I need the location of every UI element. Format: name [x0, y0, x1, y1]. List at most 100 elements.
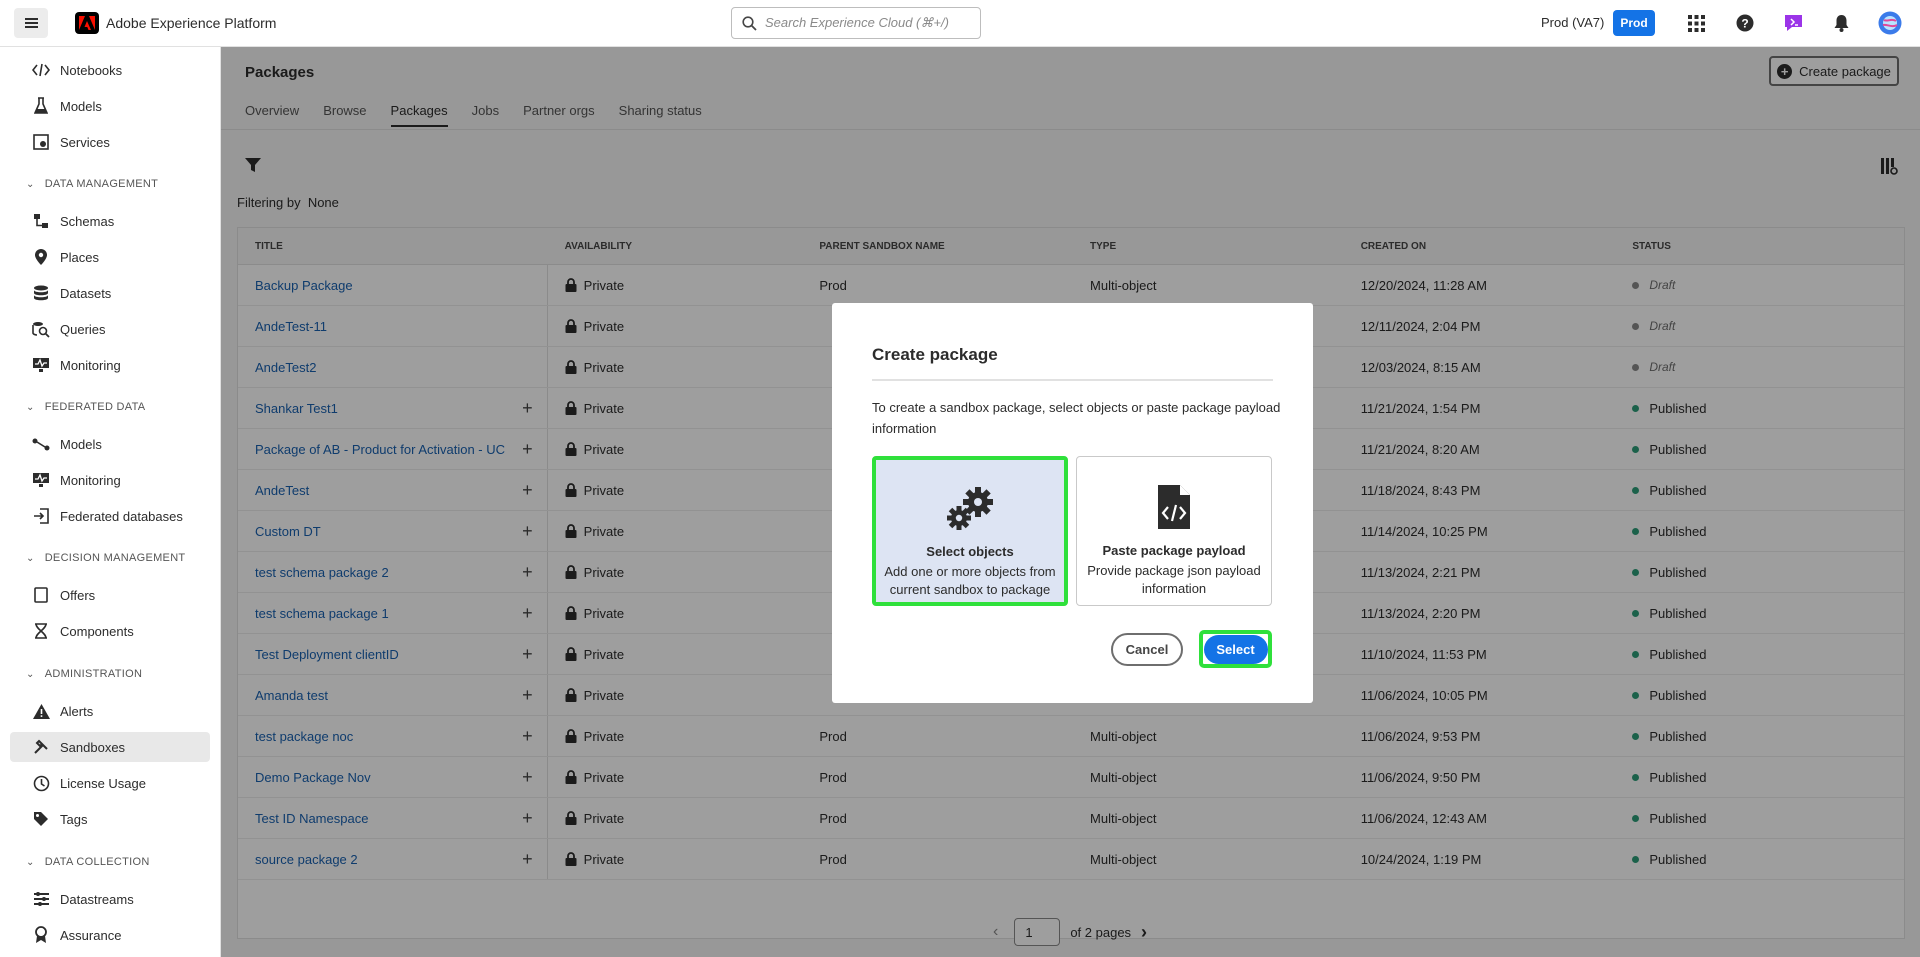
alert-triangle-icon — [32, 702, 50, 720]
sidebar-item-tags[interactable]: Tags — [10, 804, 210, 834]
sidebar-item-notebooks[interactable]: Notebooks — [10, 55, 210, 85]
sidebar-item-label: Assurance — [60, 927, 122, 943]
sidebar-item-label: Notebooks — [60, 62, 123, 78]
environment-badge[interactable]: Prod — [1613, 10, 1655, 36]
select-button-highlight: Select — [1199, 630, 1272, 668]
sidebar-item-label: Sandboxes — [60, 739, 126, 755]
database-icon — [32, 284, 50, 302]
adobe-icon — [79, 16, 95, 30]
sidebar-item-schemas[interactable]: Schemas — [10, 206, 210, 236]
environment-label[interactable]: Prod (VA7) — [1541, 15, 1604, 30]
select-objects-description: Add one or more objects from current san… — [884, 564, 1056, 597]
sidebar-item-datastreams[interactable]: Datastreams — [10, 884, 210, 914]
sidebar-item-label: Datastreams — [60, 891, 134, 907]
search-icon — [742, 15, 757, 31]
select-button[interactable]: Select — [1203, 634, 1268, 664]
chevron-down-icon: ⌄ — [26, 401, 35, 413]
hourglass-icon — [32, 622, 50, 640]
sidebar-item-label: Components — [60, 623, 134, 639]
sidebar-item-models[interactable]: Models — [10, 91, 210, 121]
query-search-icon — [32, 320, 50, 338]
feedback-icon[interactable] — [1782, 12, 1804, 34]
sidebar-item-datasets[interactable]: Datasets — [10, 278, 210, 308]
schema-icon — [32, 212, 50, 230]
create-package-dialog: Create package To create a sandbox packa… — [832, 303, 1313, 703]
chevron-down-icon: ⌄ — [26, 668, 35, 680]
sidebar-group-data-collection[interactable]: ⌄ DATA COLLECTION — [26, 856, 150, 868]
sidebar-item-label: Schemas — [60, 213, 115, 229]
paste-payload-description: Provide package json payload information — [1087, 563, 1261, 596]
monitor-icon — [32, 471, 50, 489]
sidebar-item-federated-monitoring[interactable]: Monitoring — [10, 465, 210, 495]
sidebar-group-data-management[interactable]: ⌄ DATA MANAGEMENT — [26, 178, 158, 190]
sidebar-item-federated-models[interactable]: Models — [10, 429, 210, 459]
sidebar-item-label: Places — [60, 249, 100, 265]
datastream-icon — [32, 890, 50, 908]
sidebar-item-label: Offers — [60, 587, 96, 603]
select-objects-card[interactable]: Select objects Add one or more objects f… — [872, 456, 1068, 606]
svg-text:?: ? — [1741, 17, 1748, 31]
sidebar-item-services[interactable]: Services — [10, 127, 210, 157]
chevron-down-icon: ⌄ — [26, 856, 35, 868]
license-icon — [32, 774, 50, 792]
sidebar-group-decision-management[interactable]: ⌄ DECISION MANAGEMENT — [26, 552, 185, 564]
hamburger-menu-button[interactable] — [14, 8, 48, 38]
sidebar-item-sandboxes[interactable]: Sandboxes — [10, 732, 210, 762]
menu-icon — [24, 22, 38, 24]
offer-icon — [32, 586, 50, 604]
location-pin-icon — [32, 248, 50, 266]
help-icon[interactable]: ? — [1734, 12, 1756, 34]
cancel-button[interactable]: Cancel — [1111, 633, 1183, 666]
left-navigation: Notebooks Models Services ⌄ DATA MANAGEME… — [0, 47, 221, 957]
sidebar-item-label: Models — [60, 98, 102, 114]
sidebar-group-federated-data[interactable]: ⌄ FEDERATED DATA — [26, 401, 145, 413]
search-placeholder: Search Experience Cloud (⌘+/) — [765, 15, 949, 30]
search-input[interactable]: Search Experience Cloud (⌘+/) — [731, 7, 981, 39]
import-icon — [32, 507, 50, 525]
flask-icon — [32, 97, 50, 115]
sidebar-item-label: Monitoring — [60, 357, 121, 373]
sidebar-item-offers[interactable]: Offers — [10, 580, 210, 610]
top-bar: Adobe Experience Platform Search Experie… — [0, 0, 1920, 47]
award-ribbon-icon — [32, 926, 50, 944]
sidebar-group-label: ADMINISTRATION — [44, 668, 143, 680]
tag-icon — [32, 810, 50, 828]
sidebar-group-label: DATA COLLECTION — [44, 856, 150, 868]
sidebar-item-components[interactable]: Components — [10, 616, 210, 646]
sidebar-item-label: License Usage — [60, 775, 146, 791]
services-gear-icon — [32, 133, 50, 151]
dialog-description: To create a sandbox package, select obje… — [872, 400, 1281, 436]
sidebar-item-label: Queries — [60, 321, 106, 337]
sidebar-item-label: Tags — [60, 811, 88, 827]
gears-icon — [876, 486, 1064, 534]
sidebar-group-label: DECISION MANAGEMENT — [44, 552, 186, 564]
paste-package-payload-card[interactable]: Paste package payload Provide package js… — [1076, 456, 1272, 606]
notifications-bell-icon[interactable] — [1830, 12, 1852, 34]
sidebar-item-label: Monitoring — [60, 472, 121, 488]
sidebar-item-alerts[interactable]: Alerts — [10, 696, 210, 726]
sidebar-item-monitoring[interactable]: Monitoring — [10, 350, 210, 380]
sidebar-group-administration[interactable]: ⌄ ADMINISTRATION — [26, 668, 142, 680]
sidebar-group-label: FEDERATED DATA — [44, 401, 146, 413]
sandbox-tools-icon — [32, 738, 50, 756]
app-title[interactable]: Adobe Experience Platform — [106, 15, 276, 31]
sidebar-item-queries[interactable]: Queries — [10, 314, 210, 344]
sidebar-item-label: Services — [60, 134, 110, 150]
paste-payload-title: Paste package payload — [1102, 543, 1246, 558]
adobe-logo[interactable] — [75, 12, 99, 34]
chevron-down-icon: ⌄ — [26, 178, 35, 190]
monitor-icon — [32, 356, 50, 374]
sidebar-item-license-usage[interactable]: License Usage — [10, 768, 210, 798]
chevron-down-icon: ⌄ — [26, 552, 35, 564]
user-avatar[interactable] — [1878, 11, 1902, 35]
code-icon — [32, 61, 50, 79]
select-objects-title: Select objects — [926, 544, 1014, 559]
model-nodes-icon — [32, 435, 50, 453]
sidebar-item-assurance[interactable]: Assurance — [10, 920, 210, 950]
apps-grid-icon[interactable] — [1685, 12, 1707, 34]
sidebar-item-label: Federated databases — [60, 508, 183, 524]
dialog-title: Create package — [872, 345, 998, 364]
sidebar-item-places[interactable]: Places — [10, 242, 210, 272]
sidebar-item-label: Alerts — [60, 703, 94, 719]
sidebar-item-federated-databases[interactable]: Federated databases — [10, 501, 210, 531]
